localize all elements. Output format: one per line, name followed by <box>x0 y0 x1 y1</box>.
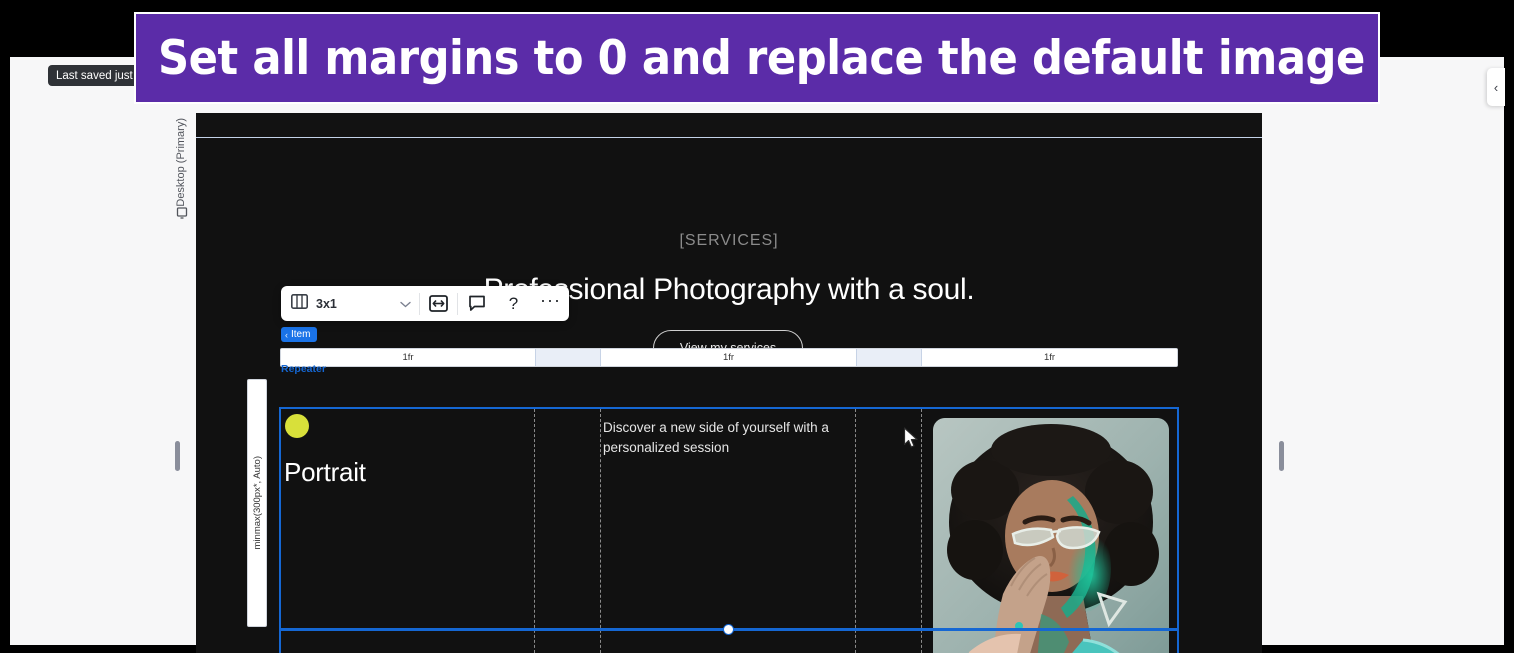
parent-item-badge[interactable]: ‹ Item <box>281 327 318 342</box>
grid-row-track-label: minmax(300px*, Auto) <box>251 456 263 550</box>
card-title: Portrait <box>284 457 366 487</box>
last-saved-tooltip: Last saved just <box>48 65 141 86</box>
parent-item-label: Item <box>291 329 311 340</box>
layout-preset-value: 3x1 <box>316 296 337 311</box>
help-icon[interactable]: ? <box>495 286 532 321</box>
instruction-banner: Set all margins to 0 and replace the def… <box>134 12 1380 104</box>
layout-preset-select[interactable]: 3x1 <box>281 286 419 321</box>
grid-row-rail[interactable]: minmax(300px*, Auto) <box>247 379 267 627</box>
section-eyebrow: [SERVICES] <box>679 232 779 249</box>
portrait-photo-icon <box>933 418 1169 653</box>
card-image[interactable] <box>933 418 1169 653</box>
grid-column-gap[interactable] <box>535 349 601 366</box>
columns-icon <box>291 293 308 314</box>
chevron-left-icon: ‹ <box>285 329 288 340</box>
site-header-band <box>196 113 1262 138</box>
fit-width-icon[interactable] <box>420 286 457 321</box>
repeater-selection[interactable]: Portrait Discover a new side of yourself… <box>279 407 1179 653</box>
resize-handle-bottom[interactable] <box>723 624 734 635</box>
canvas-resize-handle-right[interactable] <box>1279 441 1284 471</box>
grid-column-gap[interactable] <box>856 349 922 366</box>
editor-window: [SERVICES] Professional Photography with… <box>0 0 1514 653</box>
card-description: Discover a new side of yourself with a p… <box>603 420 829 455</box>
comment-icon[interactable] <box>458 286 495 321</box>
element-toolbar[interactable]: 3x1 ? ··· <box>281 286 569 321</box>
grid-column-divider <box>921 409 922 653</box>
grid-column-track[interactable]: 1fr <box>601 349 856 366</box>
design-canvas[interactable]: [SERVICES] Professional Photography with… <box>196 113 1262 653</box>
more-options-icon[interactable]: ··· <box>532 283 569 325</box>
selected-element-label: Repeater <box>281 363 326 375</box>
instruction-text: Set all margins to 0 and replace the def… <box>158 30 1365 86</box>
collapse-panel-button[interactable]: ‹ <box>1487 68 1505 106</box>
breakpoint-label-text: Desktop (Primary) <box>175 118 187 207</box>
grid-column-track[interactable]: 1fr <box>922 349 1177 366</box>
grid-column-divider <box>600 409 601 653</box>
grid-column-divider <box>534 409 535 653</box>
monitor-icon <box>176 206 188 224</box>
chevron-down-icon <box>400 295 411 313</box>
grid-columns-rail[interactable]: 1fr 1fr 1fr <box>280 348 1178 367</box>
site-body: [SERVICES] Professional Photography with… <box>196 140 1262 653</box>
breakpoint-label[interactable]: Desktop (Primary) <box>171 110 191 215</box>
grid-column-divider <box>855 409 856 653</box>
dot-badge-icon <box>285 414 309 438</box>
canvas-resize-handle-left[interactable] <box>175 441 180 471</box>
